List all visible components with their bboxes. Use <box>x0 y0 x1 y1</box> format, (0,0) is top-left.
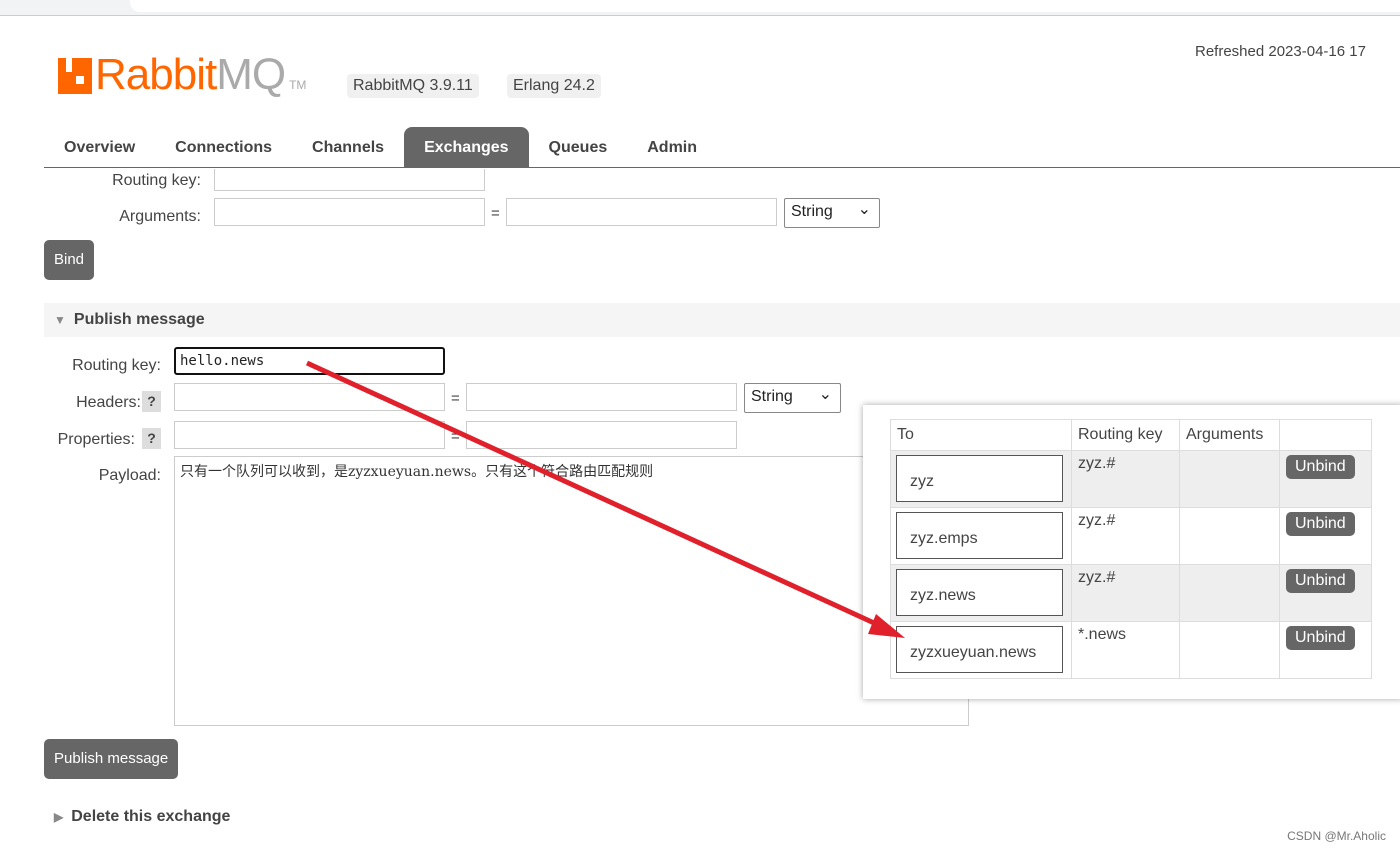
arrow-line <box>305 360 887 631</box>
annotation-arrow <box>305 360 905 638</box>
arrow-head-icon <box>868 614 905 638</box>
watermark: CSDN @Mr.Aholic <box>1287 829 1386 843</box>
